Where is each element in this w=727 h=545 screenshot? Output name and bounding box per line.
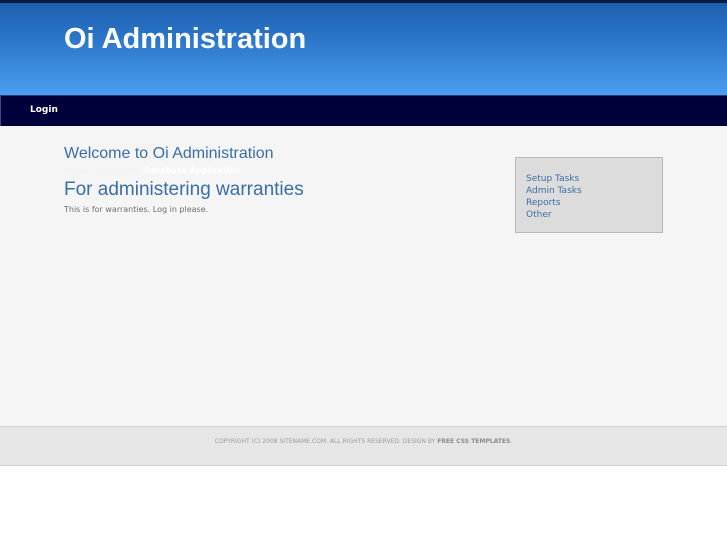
- main-menu: Login: [0, 95, 727, 126]
- page-content: Welcome to Oi Administration A Web templ…: [0, 126, 727, 426]
- design-credit-link[interactable]: FREE CSS TEMPLATES: [437, 438, 510, 445]
- footer-copyright: COPYRIGHT (C) 2008 SITENAME.COM. ALL RIG…: [0, 438, 727, 445]
- sidebar-item-reports: Reports: [526, 195, 582, 208]
- entry-text: This is for warranties. Log in please.: [64, 205, 209, 214]
- sidebar-item-admin-tasks: Admin Tasks: [526, 183, 582, 196]
- sidebar: Setup Tasks Admin Tasks Reports Other: [515, 157, 663, 233]
- welcome-title: Welcome to Oi Administration: [64, 145, 274, 162]
- site-title: Oi Administration: [64, 23, 307, 55]
- sidebar-link-other[interactable]: Other: [526, 210, 552, 220]
- sidebar-list: Setup Tasks Admin Tasks Reports Other: [526, 171, 582, 220]
- sidebar-item-other: Other: [526, 207, 582, 220]
- entry-title: For administering warranties: [64, 179, 304, 200]
- footer-period: .: [510, 438, 513, 445]
- byline-prefix: A Web template for: [64, 166, 142, 175]
- menu-item-login[interactable]: Login: [30, 105, 58, 115]
- site-footer: COPYRIGHT (C) 2008 SITENAME.COM. ALL RIG…: [0, 426, 727, 466]
- byline-emphasis: Database Application: [144, 166, 241, 175]
- copyright-text: COPYRIGHT (C) 2008 SITENAME.COM. ALL RIG…: [214, 438, 436, 445]
- site-header: Oi Administration: [0, 0, 727, 95]
- byline: A Web template for Database Application: [64, 166, 241, 175]
- sidebar-item-setup-tasks: Setup Tasks: [526, 171, 582, 184]
